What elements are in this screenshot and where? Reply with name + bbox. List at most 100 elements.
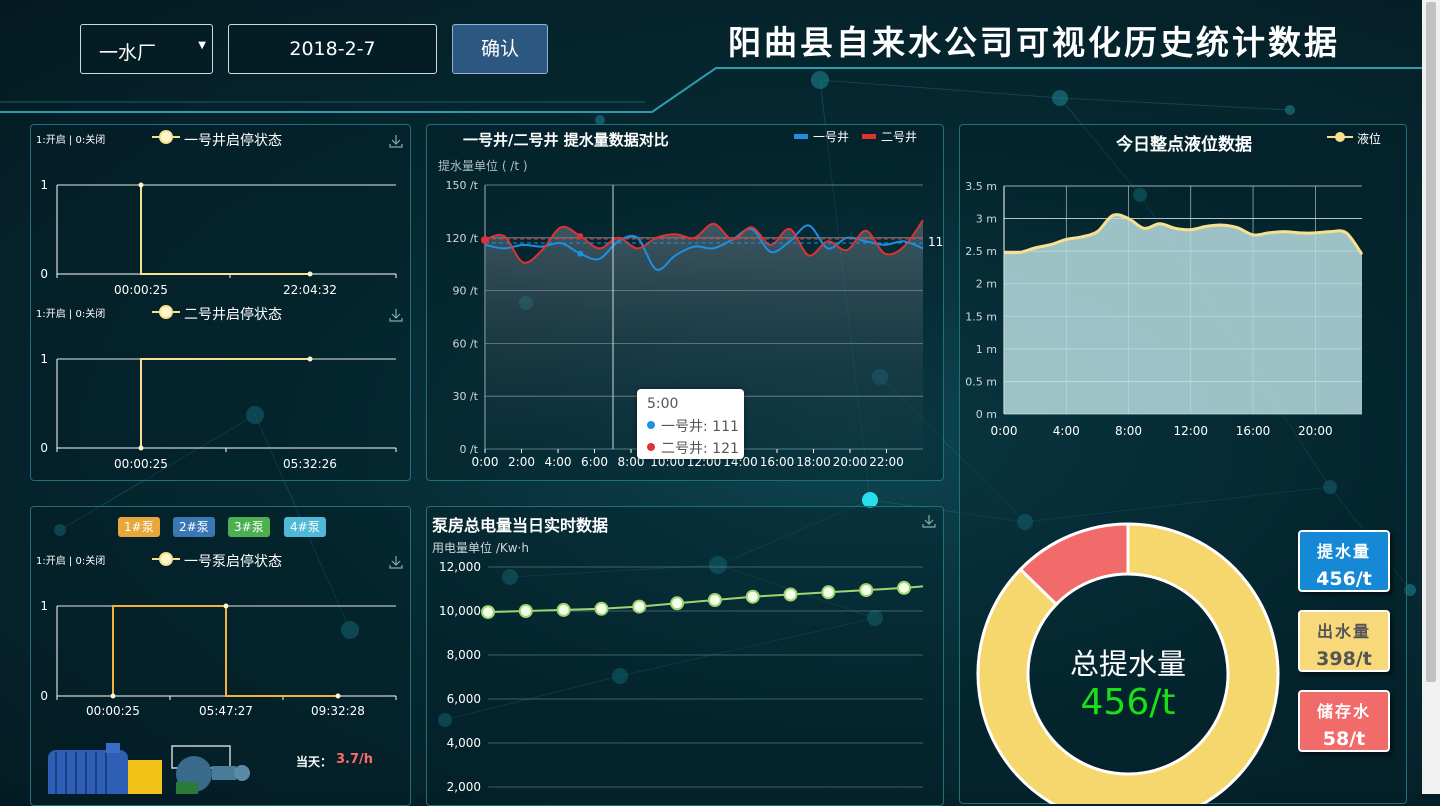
compare-title: 一号井/二号井 提水量数据对比 <box>463 131 669 149</box>
stat-label: 出水量 <box>1316 622 1371 641</box>
x-tick-label: 12:00 <box>1173 424 1208 438</box>
plant-select[interactable]: 一水厂 ▼ <box>80 24 213 74</box>
y-tick-label: 1 m <box>976 343 997 356</box>
data-point <box>707 593 722 607</box>
data-point <box>859 583 874 598</box>
pump-series-line <box>112 605 338 697</box>
start-marker <box>481 236 489 244</box>
stat-value: 398/t <box>1316 648 1372 670</box>
stat-card-outflow: 出水量 398/t <box>1298 610 1390 672</box>
x-tick-label: 16:00 <box>1236 424 1271 438</box>
download-icon[interactable] <box>389 308 403 322</box>
legend-label[interactable]: 二号井 <box>881 128 917 145</box>
pump-unit-note: 1:开启 | 0:关闭 <box>36 556 106 567</box>
y-tick-label: 8,000 <box>447 648 481 662</box>
download-icon[interactable] <box>389 134 403 148</box>
data-point <box>670 596 685 611</box>
data-point <box>556 602 571 617</box>
x-tick-label: 20:00 <box>1298 424 1333 438</box>
power-line <box>487 585 924 614</box>
x-tick-label: 20:00 <box>833 455 868 469</box>
level-chart: 3.5 m 3 m 2.5 m 2 m 1.5 m 1 m 0.5 m 0 m 0:00 4:0… <box>965 180 1364 438</box>
x-tick-label: 09:32:28 <box>311 704 365 718</box>
legend-swatch <box>862 134 876 139</box>
power-title: 泵房总电量当日实时数据 <box>432 516 609 535</box>
stat-card-storage: 储存水 58/t <box>1298 690 1390 752</box>
download-icon[interactable] <box>922 514 936 528</box>
x-tick-label: 0:00 <box>472 455 499 469</box>
data-point <box>577 250 584 257</box>
confirm-button[interactable]: 确认 <box>452 24 548 74</box>
y-tick-label: 150 /t <box>445 179 478 192</box>
well2-legend-label: 二号井启停状态 <box>184 307 282 323</box>
data-point <box>897 580 911 595</box>
y-tick-label: 0 m <box>976 408 997 421</box>
legend-swatch <box>794 134 808 139</box>
stat-card-pumped: 提水量 456/t <box>1298 530 1390 592</box>
y-tick-label: 1 <box>40 178 48 192</box>
x-tick-label: 4:00 <box>545 455 572 469</box>
y-tick-label: 1.5 m <box>965 310 997 323</box>
data-point <box>307 271 313 277</box>
y-tick-label: 1 <box>40 599 48 613</box>
download-icon[interactable] <box>389 555 403 569</box>
x-tick-label: 05:47:27 <box>199 704 253 718</box>
data-point <box>335 693 341 699</box>
y-tick-label: 2,000 <box>447 780 481 794</box>
scrollbar-thumb[interactable] <box>1426 2 1436 682</box>
donut-center-label: 总提水量 <box>1070 647 1186 681</box>
y-tick-label: 4,000 <box>447 736 481 750</box>
well1-unit-note: 1:开启 | 0:关闭 <box>36 135 106 146</box>
y-tick-label: 0 <box>40 441 48 455</box>
tooltip-dot <box>647 421 655 429</box>
data-point <box>821 585 836 600</box>
pump-tag-4[interactable]: 4#泵 <box>284 517 326 537</box>
legend-marker-icon <box>152 130 180 144</box>
pump-legend-label: 一号泵启停状态 <box>184 554 282 570</box>
legend-marker-icon <box>152 552 180 566</box>
y-tick-label: 0 <box>40 689 48 703</box>
data-point <box>745 589 760 604</box>
x-tick-label: 0:00 <box>991 424 1018 438</box>
y-tick-label: 10,000 <box>439 604 481 618</box>
x-tick-label: 00:00:25 <box>114 283 168 297</box>
well1-legend[interactable] <box>152 129 180 149</box>
tooltip-series2: 二号井: 121 <box>661 441 739 457</box>
well1-legend-label: 一号井启停状态 <box>184 133 282 149</box>
data-point <box>481 605 495 620</box>
data-point <box>138 445 144 451</box>
x-tick-label: 22:04:32 <box>283 283 337 297</box>
x-tick-label: 22:00 <box>869 455 904 469</box>
chart-tooltip: 5:00 一号井: 111 二号井: 121 <box>637 389 744 459</box>
page-title: 阳曲县自来水公司可视化历史统计数据 <box>728 23 1340 62</box>
stat-value: 58/t <box>1322 728 1366 750</box>
y-tick-label: 0.5 m <box>965 375 997 388</box>
data-point <box>223 603 229 609</box>
level-area <box>1004 214 1362 414</box>
level-legend[interactable] <box>1327 129 1353 149</box>
x-tick-label: 00:00:25 <box>114 457 168 471</box>
tooltip-series1: 一号井: 111 <box>661 419 739 435</box>
tooltip-dot <box>647 443 655 451</box>
data-point <box>110 693 116 699</box>
pump-tag-1[interactable]: 1#泵 <box>118 517 160 537</box>
y-tick-label: 90 /t <box>452 285 478 298</box>
plant-select-value: 一水厂 <box>99 42 157 64</box>
date-input[interactable]: 2018-2-7 <box>228 24 437 74</box>
pump-tag-2[interactable]: 2#泵 <box>173 517 215 537</box>
legend-label[interactable]: 一号井 <box>813 128 849 145</box>
today-label: 当天： <box>296 755 333 769</box>
well1-series-line <box>140 185 310 275</box>
x-tick-label: 00:00:25 <box>86 704 140 718</box>
donut-chart: 总提水量 456/t <box>976 522 1280 804</box>
y-tick-label: 30 /t <box>452 390 478 403</box>
pump-illustration <box>48 743 250 794</box>
well2-legend[interactable] <box>152 304 180 324</box>
well2-unit-note: 1:开启 | 0:关闭 <box>36 309 106 320</box>
pump-legend[interactable] <box>152 551 180 571</box>
data-point <box>138 182 144 188</box>
pump-tag-3[interactable]: 3#泵 <box>228 517 270 537</box>
data-point <box>518 604 533 618</box>
tooltip-time: 5:00 <box>647 396 679 412</box>
y-tick-label: 3.5 m <box>965 180 997 193</box>
